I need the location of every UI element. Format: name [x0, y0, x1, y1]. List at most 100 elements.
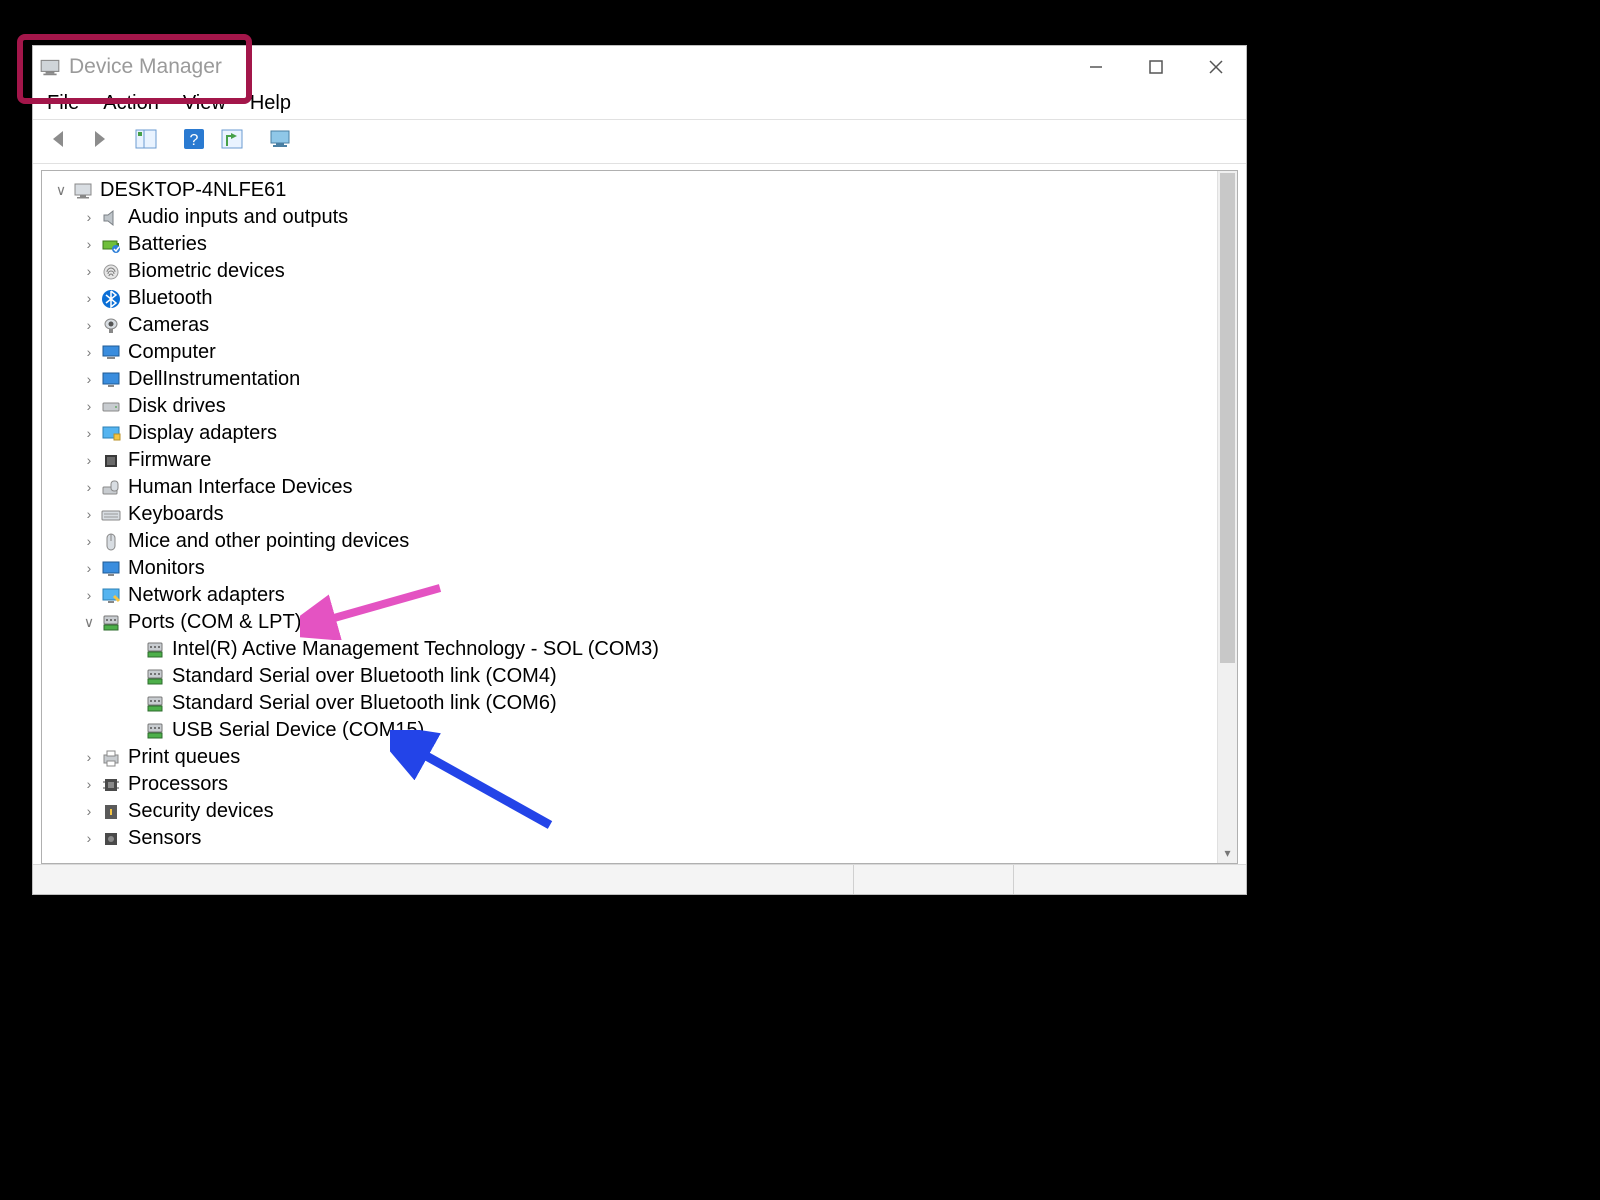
tree-panel: ∨ DESKTOP-4NLFE61 › Audio inputs and out…	[41, 170, 1238, 864]
cpu-icon	[100, 774, 122, 796]
arrow-right-icon	[85, 126, 111, 157]
expander-icon[interactable]: ›	[78, 312, 100, 339]
minimize-button[interactable]	[1066, 46, 1126, 88]
menu-file[interactable]: File	[47, 92, 79, 115]
port-icon	[100, 612, 122, 634]
tree-item-label: Cameras	[128, 312, 209, 339]
tree-item-root[interactable]: ∨ DESKTOP-4NLFE61	[50, 177, 1217, 204]
display-icon	[100, 423, 122, 445]
expander-icon[interactable]: ›	[78, 528, 100, 555]
menu-view[interactable]: View	[183, 92, 226, 115]
expander-icon[interactable]: ›	[78, 285, 100, 312]
tree-item-label: Standard Serial over Bluetooth link (COM…	[172, 690, 557, 717]
tree-item-label: Processors	[128, 771, 228, 798]
tree-item-label: Computer	[128, 339, 216, 366]
scan-hardware-button[interactable]	[215, 125, 249, 159]
tree-item-label: Human Interface Devices	[128, 474, 353, 501]
close-button[interactable]	[1186, 46, 1246, 88]
tree-item-cat-14[interactable]: › Network adapters	[50, 582, 1217, 609]
menu-action[interactable]: Action	[103, 92, 159, 115]
app-icon	[39, 56, 61, 78]
tree-item-cat-16[interactable]: › Print queues	[50, 744, 1217, 771]
window-title: Device Manager	[69, 55, 222, 79]
show-hide-tree-button[interactable]	[129, 125, 163, 159]
expander-icon[interactable]: ›	[78, 393, 100, 420]
expander-icon[interactable]: ›	[78, 582, 100, 609]
keyboard-icon	[100, 504, 122, 526]
tree-item-port-0[interactable]: Intel(R) Active Management Technology - …	[50, 636, 1217, 663]
expander-icon[interactable]: ›	[78, 474, 100, 501]
tree-item-cat-0[interactable]: › Audio inputs and outputs	[50, 204, 1217, 231]
expander-icon[interactable]: ›	[78, 420, 100, 447]
port-icon	[144, 666, 166, 688]
tree-item-label: Ports (COM & LPT)	[128, 609, 301, 636]
remote-computer-icon	[267, 126, 293, 157]
tree-item-cat-1[interactable]: › Batteries	[50, 231, 1217, 258]
expander-icon[interactable]: ›	[78, 501, 100, 528]
forward-button[interactable]	[81, 125, 115, 159]
expander-icon[interactable]: ›	[78, 204, 100, 231]
tree-item-label: Monitors	[128, 555, 205, 582]
back-button[interactable]	[43, 125, 77, 159]
expander-icon[interactable]: ›	[78, 771, 100, 798]
tree-item-cat-11[interactable]: › Keyboards	[50, 501, 1217, 528]
tree-item-cat-10[interactable]: › Human Interface Devices	[50, 474, 1217, 501]
bluetooth-icon	[100, 288, 122, 310]
tree-item-cat-8[interactable]: › Display adapters	[50, 420, 1217, 447]
tree-item-label: Network adapters	[128, 582, 285, 609]
tree-item-cat-15[interactable]: ∨ Ports (COM & LPT)	[50, 609, 1217, 636]
menu-help[interactable]: Help	[250, 92, 291, 115]
tree-item-cat-18[interactable]: › Security devices	[50, 798, 1217, 825]
expander-icon[interactable]: ›	[78, 447, 100, 474]
maximize-button[interactable]	[1126, 46, 1186, 88]
expander-icon[interactable]: ∨	[50, 177, 72, 204]
tree-item-cat-3[interactable]: › Bluetooth	[50, 285, 1217, 312]
tree-item-label: DESKTOP-4NLFE61	[100, 177, 286, 204]
tree-item-cat-2[interactable]: › Biometric devices	[50, 258, 1217, 285]
tree-item-label: Mice and other pointing devices	[128, 528, 409, 555]
tree-item-port-1[interactable]: Standard Serial over Bluetooth link (COM…	[50, 663, 1217, 690]
tree-item-port-3[interactable]: USB Serial Device (COM15)	[50, 717, 1217, 744]
tree-item-cat-9[interactable]: › Firmware	[50, 447, 1217, 474]
help-button[interactable]: ?	[177, 125, 211, 159]
expander-icon[interactable]: ›	[78, 258, 100, 285]
stage: Device Manager File Action View Help	[0, 0, 1600, 1200]
tree-item-cat-17[interactable]: › Processors	[50, 771, 1217, 798]
tree-item-label: DellInstrumentation	[128, 366, 300, 393]
expander-icon[interactable]: ›	[78, 231, 100, 258]
remote-computer-button[interactable]	[263, 125, 297, 159]
status-bar	[33, 864, 1246, 894]
scrollbar[interactable]: ▴ ▾	[1217, 171, 1237, 863]
scrollbar-thumb[interactable]	[1220, 173, 1235, 663]
mouse-icon	[100, 531, 122, 553]
tree-item-cat-19[interactable]: › Sensors	[50, 825, 1217, 852]
tree-item-cat-13[interactable]: › Monitors	[50, 555, 1217, 582]
expander-icon[interactable]: ∨	[78, 609, 100, 636]
disk-icon	[100, 396, 122, 418]
tree-item-label: USB Serial Device (COM15)	[172, 717, 424, 744]
expander-icon[interactable]: ›	[78, 744, 100, 771]
tree-item-cat-7[interactable]: › Disk drives	[50, 393, 1217, 420]
tree-item-label: Audio inputs and outputs	[128, 204, 348, 231]
tree-item-cat-12[interactable]: › Mice and other pointing devices	[50, 528, 1217, 555]
expander-icon[interactable]: ›	[78, 798, 100, 825]
port-icon	[144, 639, 166, 661]
expander-icon[interactable]: ›	[78, 555, 100, 582]
expander-icon[interactable]: ›	[78, 366, 100, 393]
scroll-down-button[interactable]: ▾	[1218, 843, 1237, 863]
window-controls	[1066, 46, 1246, 88]
device-tree[interactable]: ∨ DESKTOP-4NLFE61 › Audio inputs and out…	[42, 171, 1217, 863]
tree-item-cat-6[interactable]: › DellInstrumentation	[50, 366, 1217, 393]
expander-icon[interactable]: ›	[78, 825, 100, 852]
tree-item-label: Bluetooth	[128, 285, 213, 312]
sensor-icon	[100, 828, 122, 850]
tree-item-cat-4[interactable]: › Cameras	[50, 312, 1217, 339]
tree-item-label: Intel(R) Active Management Technology - …	[172, 636, 659, 663]
tree-item-port-2[interactable]: Standard Serial over Bluetooth link (COM…	[50, 690, 1217, 717]
expander-icon[interactable]: ›	[78, 339, 100, 366]
printer-icon	[100, 747, 122, 769]
scan-hardware-icon	[219, 126, 245, 157]
monitor2-icon	[100, 558, 122, 580]
toolbar: ?	[33, 120, 1246, 164]
tree-item-cat-5[interactable]: › Computer	[50, 339, 1217, 366]
